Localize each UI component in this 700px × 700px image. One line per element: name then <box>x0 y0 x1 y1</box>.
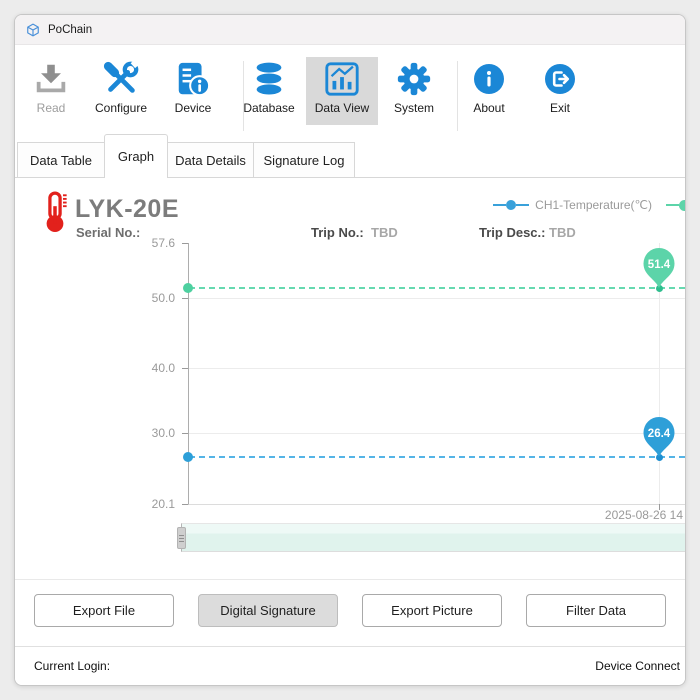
series-line-ch1 <box>189 456 685 458</box>
app-cube-icon <box>26 23 40 37</box>
toolbar-item-about[interactable]: About <box>453 57 525 125</box>
title-bar: PoChain <box>15 15 685 45</box>
series-axis-dot-upper <box>183 283 193 293</box>
filter-data-button[interactable]: Filter Data <box>526 594 666 627</box>
tab-data-table[interactable]: Data Table <box>17 142 105 177</box>
x-axis-label: 2025-08-26 14 <box>605 508 683 522</box>
legend-dot <box>679 200 686 211</box>
device-info-icon <box>174 59 212 99</box>
toolbar-label: Data View <box>315 101 369 115</box>
trip-desc-value: TBD <box>549 225 576 240</box>
toolbar-label: System <box>394 101 434 115</box>
gridline <box>189 368 685 369</box>
y-tick-label: 20.1 <box>133 497 175 511</box>
y-tick-label: 57.6 <box>133 236 175 250</box>
tab-label: Data Details <box>175 153 246 168</box>
device-connect-text: Device Connect <box>595 659 680 673</box>
series-axis-dot-ch1 <box>183 452 193 462</box>
value-marker-ch1: 26.4 <box>642 416 676 458</box>
about-info-icon <box>474 59 504 99</box>
trip-no-label: Trip No.: <box>311 225 364 240</box>
datazoom-left-handle[interactable] <box>177 527 186 549</box>
tab-data-details[interactable]: Data Details <box>167 142 254 177</box>
legend-dot <box>506 200 516 210</box>
value-label-upper: 51.4 <box>648 259 671 271</box>
tab-signature-log[interactable]: Signature Log <box>253 142 355 177</box>
legend-label-ch1: CH1-Temperature(℃) <box>535 198 652 212</box>
toolbar-item-device[interactable]: Device <box>157 57 229 125</box>
y-tick-label: 30.0 <box>133 426 175 440</box>
toolbar-item-exit[interactable]: Exit <box>524 57 596 125</box>
status-bar: Current Login: Device Connect <box>15 646 685 685</box>
system-gear-icon <box>395 59 433 99</box>
data-view-chart-icon <box>323 59 361 99</box>
value-marker-upper: 51.4 <box>642 247 676 289</box>
y-tick-label: 50.0 <box>133 291 175 305</box>
app-window: PoChain Read Configure <box>14 14 686 686</box>
trip-no-value: TBD <box>371 225 398 240</box>
toolbar: Read Configure <box>15 45 685 134</box>
current-login-text: Current Login: <box>34 659 110 673</box>
trip-desc-label: Trip Desc.: <box>479 225 545 240</box>
chart-legend: CH1-Temperature(℃) <box>493 198 686 212</box>
toolbar-label: About <box>473 101 504 115</box>
tab-graph[interactable]: Graph <box>104 134 168 178</box>
toolbar-item-configure[interactable]: Configure <box>85 57 157 125</box>
window-title: PoChain <box>48 24 92 36</box>
toolbar-item-database[interactable]: Database <box>233 57 305 125</box>
toolbar-label: Configure <box>95 101 147 115</box>
database-icon <box>250 59 288 99</box>
tab-label: Graph <box>118 149 154 164</box>
y-tick-label: 40.0 <box>133 361 175 375</box>
graph-panel: LYK-20E Serial No.: Trip No.: TBD Trip D… <box>15 178 685 579</box>
legend-line <box>493 204 506 206</box>
value-label-ch1: 26.4 <box>648 428 671 440</box>
legend-line <box>666 204 679 206</box>
legend-item-ch1[interactable] <box>493 200 529 210</box>
toolbar-item-read[interactable]: Read <box>15 57 87 125</box>
toolbar-label: Database <box>243 101 294 115</box>
toolbar-item-data-view[interactable]: Data View <box>306 57 378 125</box>
gridline <box>189 298 685 299</box>
tab-label: Signature Log <box>264 153 345 168</box>
exit-icon <box>545 59 575 99</box>
legend-item-ch2[interactable] <box>666 200 686 211</box>
toolbar-label: Exit <box>550 101 570 115</box>
datazoom-slider[interactable] <box>181 523 685 552</box>
toolbar-item-system[interactable]: System <box>378 57 450 125</box>
tab-label: Data Table <box>30 153 92 168</box>
toolbar-label: Read <box>37 101 66 115</box>
export-picture-button[interactable]: Export Picture <box>362 594 502 627</box>
digital-signature-button[interactable]: Digital Signature <box>198 594 338 627</box>
export-file-button[interactable]: Export File <box>34 594 174 627</box>
device-model: LYK-20E <box>75 195 179 224</box>
tab-bar: Data Table Graph Data Details Signature … <box>15 134 685 178</box>
chart-plot-area: 51.4 26.4 <box>188 243 685 505</box>
thermometer-icon <box>39 187 71 242</box>
toolbar-label: Device <box>175 101 212 115</box>
footer-actions: Export File Digital Signature Export Pic… <box>15 579 685 646</box>
serial-label: Serial No.: <box>76 225 140 240</box>
configure-tools-icon <box>102 59 140 99</box>
gridline <box>189 433 685 434</box>
read-download-icon <box>32 59 70 99</box>
series-line-upper <box>189 287 685 289</box>
legend-line <box>516 204 529 206</box>
